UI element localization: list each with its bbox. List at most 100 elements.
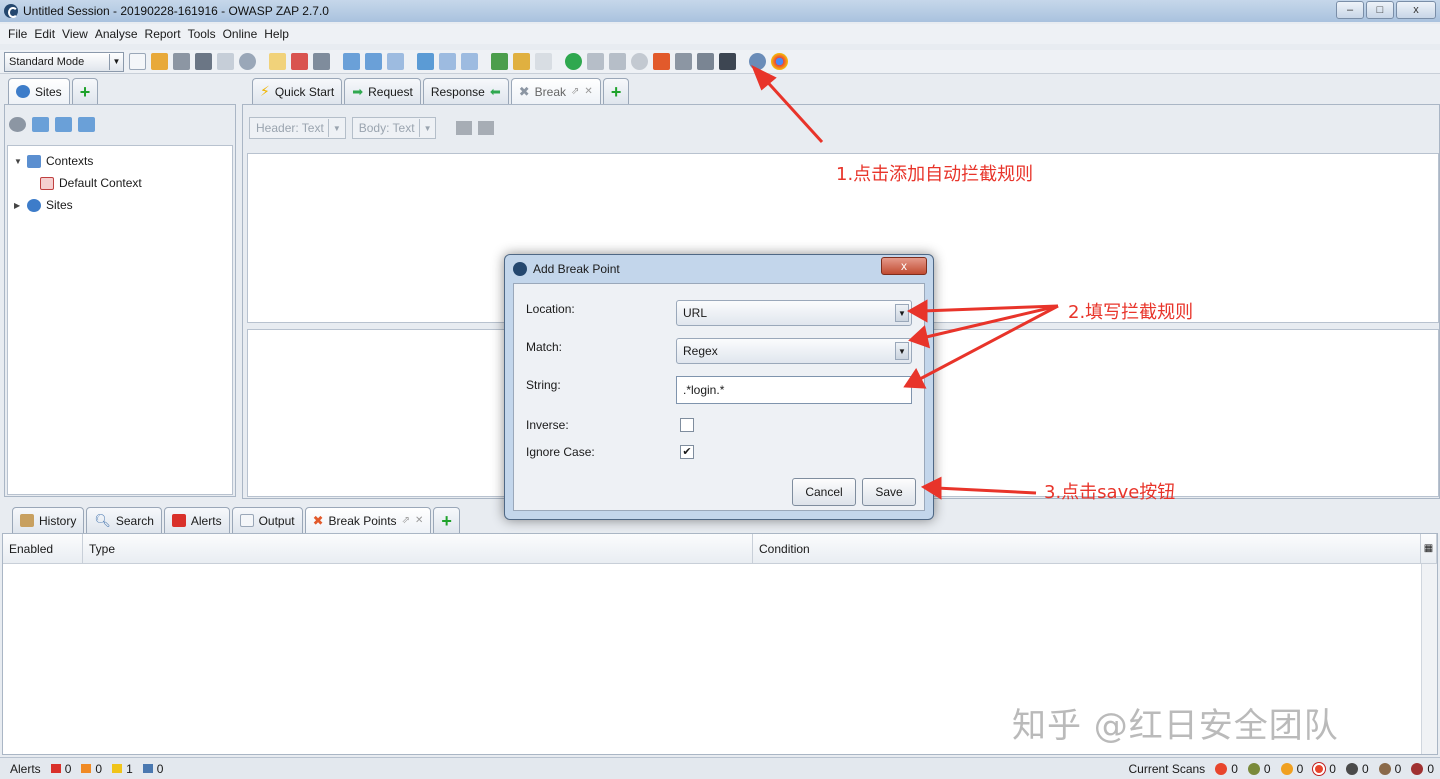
panel-right-icon[interactable] xyxy=(439,53,456,70)
current-scans-label: Current Scans xyxy=(1128,761,1206,776)
import-context-icon[interactable] xyxy=(55,116,72,132)
forced-browse-icon[interactable] xyxy=(675,53,692,70)
string-input[interactable]: .*login.* xyxy=(676,376,912,404)
close-window-button[interactable]: x xyxy=(1396,1,1436,19)
flag-icon xyxy=(171,514,186,527)
minimize-button[interactable]: – xyxy=(1336,1,1364,19)
tree-node-default-context[interactable]: Default Context xyxy=(8,172,232,194)
add-tab-button[interactable]: + xyxy=(71,78,99,104)
panel-left-icon[interactable] xyxy=(417,53,434,70)
tab-alerts[interactable]: Alerts xyxy=(163,507,230,533)
info-alert-count: 0 xyxy=(156,761,164,776)
console-icon[interactable] xyxy=(719,53,736,70)
globe-icon xyxy=(27,198,41,212)
match-select[interactable]: Regex ▼ xyxy=(676,338,912,364)
export-context-icon[interactable] xyxy=(78,116,95,132)
continue-icon[interactable] xyxy=(609,53,626,70)
table-scrollbar[interactable] xyxy=(1421,564,1437,754)
cancel-button[interactable]: Cancel xyxy=(792,478,856,506)
inverse-checkbox[interactable] xyxy=(680,418,694,432)
collapsed-triangle-icon[interactable]: ▶ xyxy=(14,201,22,210)
add-tab-button[interactable]: + xyxy=(602,78,630,104)
layout-tabs-icon[interactable] xyxy=(365,53,382,70)
layout-side-icon[interactable] xyxy=(387,53,404,70)
body-format-select[interactable]: Body: Text ▼ xyxy=(351,117,437,139)
snapshot-icon[interactable] xyxy=(195,53,212,70)
dialog-title: Add Break Point xyxy=(533,262,620,276)
add-break-point-icon[interactable] xyxy=(653,53,670,70)
menu-edit[interactable]: Edit xyxy=(34,27,55,41)
split-horizontal-icon[interactable] xyxy=(456,121,473,135)
plus-icon: + xyxy=(79,81,91,102)
new-context-icon[interactable] xyxy=(269,53,286,70)
tab-sites[interactable]: Sites xyxy=(8,78,70,104)
session-properties-icon[interactable] xyxy=(217,53,234,70)
pin-icon[interactable]: ⇗ xyxy=(402,515,410,526)
plus-icon: + xyxy=(610,81,622,102)
tree-node-contexts[interactable]: ▼ Contexts xyxy=(8,150,232,172)
tab-history[interactable]: History xyxy=(12,507,85,533)
medium-alert-count: 0 xyxy=(95,761,103,776)
lightbulb-icon[interactable] xyxy=(535,53,552,70)
save-button[interactable]: Save xyxy=(862,478,916,506)
menu-help[interactable]: Help xyxy=(264,27,289,41)
pin-icon[interactable]: ⇗ xyxy=(571,86,579,97)
tree-node-sites[interactable]: ▶ Sites xyxy=(8,194,232,216)
tab-response[interactable]: Response ⬅ xyxy=(422,78,509,104)
tab-output[interactable]: Output xyxy=(231,507,303,533)
tab-quick-start[interactable]: ⚡ Quick Start xyxy=(252,78,343,104)
bug-icon xyxy=(1411,762,1424,775)
column-condition[interactable]: Condition xyxy=(753,534,1421,563)
history-icon xyxy=(20,514,34,527)
match-label: Match: xyxy=(526,340,563,354)
expanded-triangle-icon[interactable]: ▼ xyxy=(14,157,22,166)
scan-count: 0 xyxy=(1296,761,1304,776)
mode-select[interactable]: Standard Mode ▼ xyxy=(4,51,124,72)
remove-context-icon[interactable] xyxy=(291,53,308,70)
split-vertical-icon[interactable] xyxy=(478,121,495,135)
location-select[interactable]: URL ▼ xyxy=(676,300,912,326)
column-enabled[interactable]: Enabled xyxy=(3,534,83,563)
step-icon[interactable] xyxy=(587,53,604,70)
menu-tools[interactable]: Tools xyxy=(188,27,216,41)
new-session-icon[interactable] xyxy=(129,53,146,70)
add-tab-button[interactable]: + xyxy=(433,507,460,533)
tab-request[interactable]: ➡ Request xyxy=(344,78,421,104)
context-icon xyxy=(40,176,54,190)
column-options-icon[interactable]: ▦ xyxy=(1421,534,1437,563)
menu-online[interactable]: Online xyxy=(223,27,258,41)
options-gear-icon[interactable] xyxy=(239,53,256,70)
menu-view[interactable]: View xyxy=(62,27,88,41)
break-point-icon: ✖ xyxy=(312,512,324,528)
close-tab-icon[interactable]: ✕ xyxy=(584,86,592,97)
scan-policy-icon[interactable] xyxy=(491,53,508,70)
show-all-icon[interactable] xyxy=(9,116,26,132)
menu-analyse[interactable]: Analyse xyxy=(95,27,138,41)
menu-file[interactable]: File xyxy=(8,27,27,41)
header-format-select[interactable]: Header: Text ▼ xyxy=(249,117,346,139)
menu-report[interactable]: Report xyxy=(145,27,181,41)
fuzzer-icon[interactable] xyxy=(697,53,714,70)
tab-break[interactable]: ✖ Break ⇗ ✕ xyxy=(510,78,601,104)
low-alert-count: 1 xyxy=(126,761,133,776)
save-session-icon[interactable] xyxy=(173,53,190,70)
help-icon[interactable] xyxy=(749,53,766,70)
maximize-button[interactable]: □ xyxy=(1366,1,1394,19)
new-context-icon[interactable] xyxy=(32,116,49,132)
close-tab-icon[interactable]: ✕ xyxy=(415,515,423,526)
open-session-icon[interactable] xyxy=(151,53,168,70)
column-type[interactable]: Type xyxy=(83,534,753,563)
tab-label: Request xyxy=(368,84,413,99)
tab-break-points[interactable]: ✖ Break Points ⇗ ✕ xyxy=(304,507,432,533)
drop-icon[interactable] xyxy=(631,53,648,70)
chrome-browser-icon[interactable] xyxy=(771,53,788,70)
layout-full-icon[interactable] xyxy=(343,53,360,70)
export-icon[interactable] xyxy=(313,53,330,70)
tab-search[interactable]: 🔍︎ Search xyxy=(86,507,162,533)
ignore-case-checkbox[interactable]: ✔ xyxy=(680,445,694,459)
dialog-close-button[interactable]: x xyxy=(881,257,927,275)
brush-icon[interactable] xyxy=(513,53,530,70)
panel-bottom-icon[interactable] xyxy=(461,53,478,70)
chevron-down-icon: ▼ xyxy=(109,53,123,70)
break-all-icon[interactable] xyxy=(565,53,582,70)
